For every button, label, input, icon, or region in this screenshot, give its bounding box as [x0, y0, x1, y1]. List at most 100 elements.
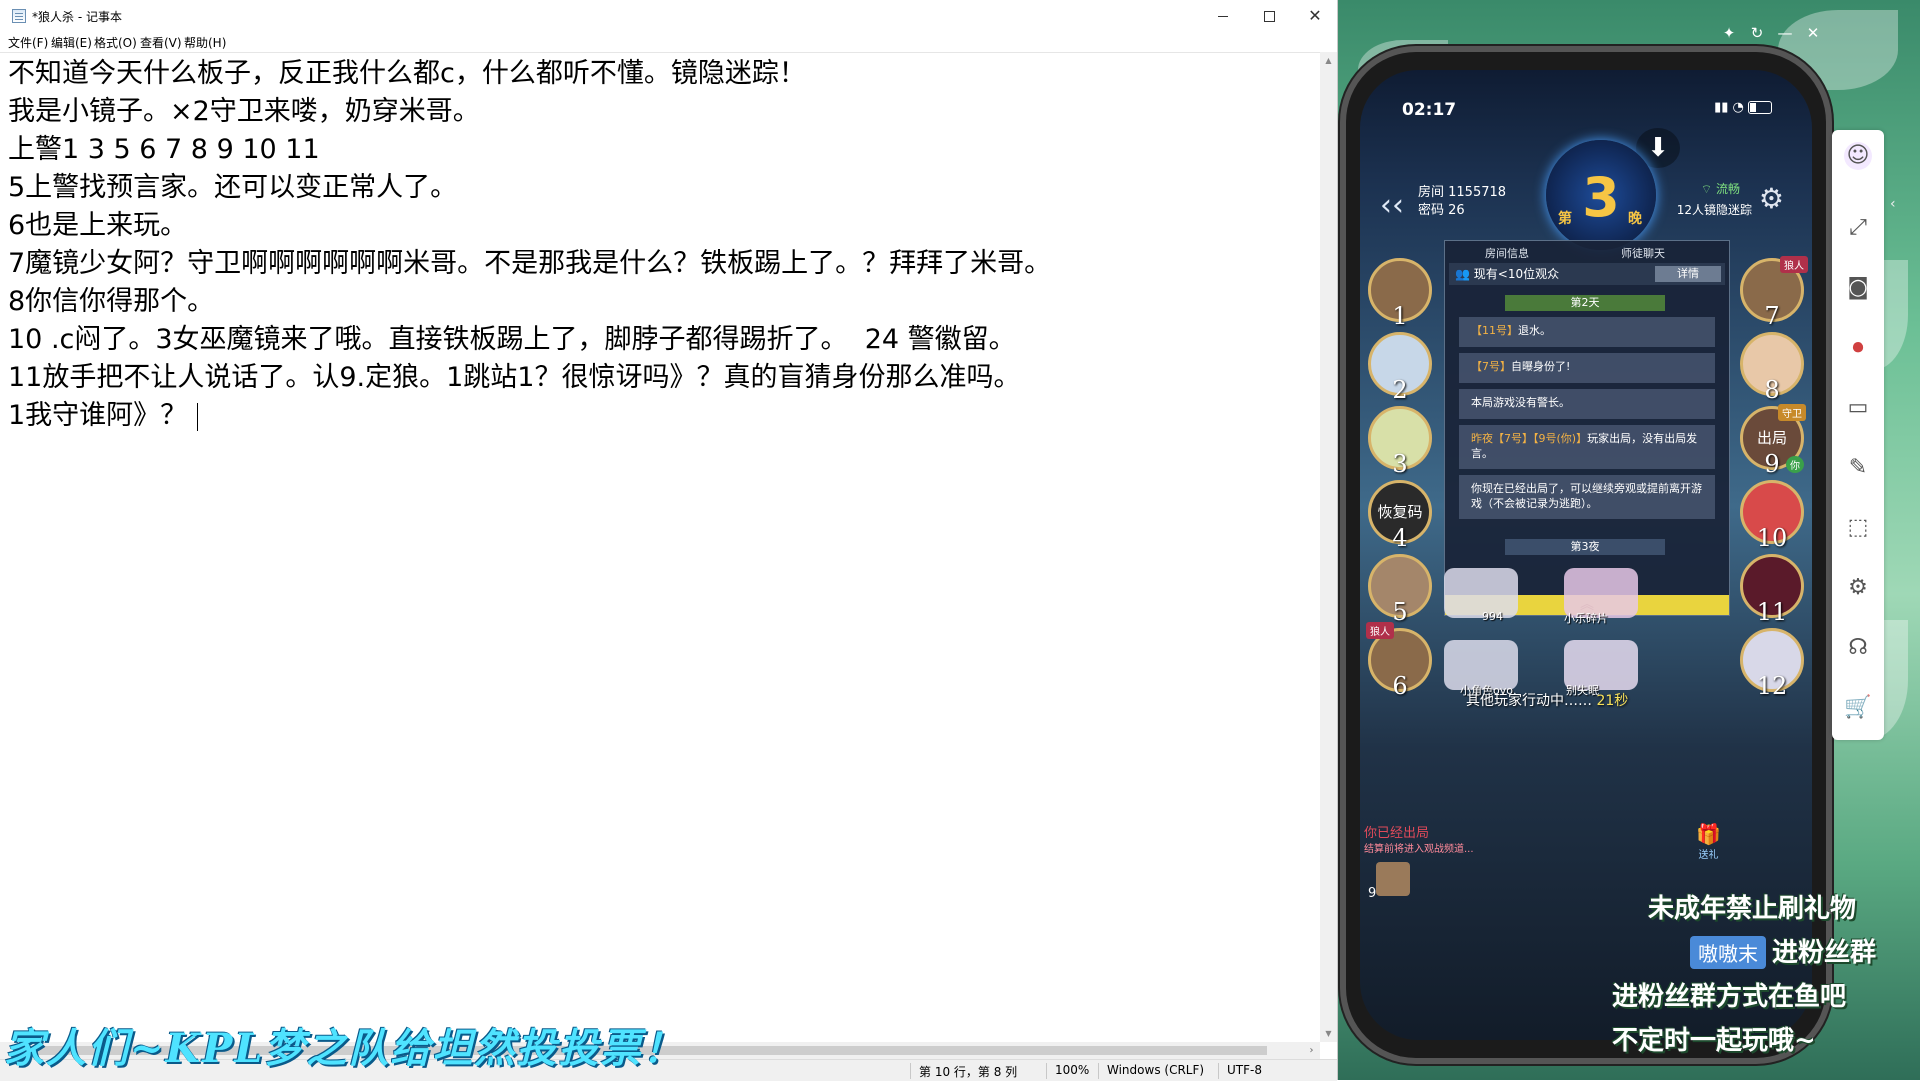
menu-help[interactable]: 帮助(H): [184, 34, 226, 51]
minimize-icon: [1218, 16, 1228, 17]
phone-clock: 02:17: [1402, 100, 1457, 120]
overlay-line-1: 未成年禁止刷礼物: [1648, 894, 1857, 924]
menu-edit[interactable]: 编辑(E): [51, 34, 92, 51]
log-message-tag: 昨夜【7号】【9号(你)】: [1471, 432, 1588, 445]
text-caret: [197, 402, 199, 431]
log-message-text: 本局游戏没有警长。: [1471, 396, 1570, 409]
log-message-tag: 【11号】: [1471, 324, 1518, 337]
menu-format[interactable]: 格式(O): [94, 34, 137, 51]
log-message-text: 你现在已经出局了，可以继续旁观或提前离开游戏（不会被记录为逃跑）。: [1471, 482, 1702, 510]
overlay-line-3: 进粉丝群方式在鱼吧: [1612, 982, 1847, 1012]
day-2-label: 第2天: [1505, 295, 1665, 311]
record-icon[interactable]: ⏺: [1844, 334, 1872, 362]
player-card[interactable]: [1444, 568, 1518, 618]
player-name: 994: [1482, 610, 1503, 623]
room-info-panel: 房间信息 师徒聊天 👥 现有<10位观众 详情 第2天 【11号】退水。 【7号…: [1444, 240, 1730, 616]
self-avatar: [1376, 862, 1410, 896]
seat-number: 10: [1756, 524, 1788, 552]
title-bar[interactable]: *狼人杀 - 记事本 ✕: [0, 0, 1337, 32]
stream-window-controls: ✦ ↻ — ✕: [1718, 22, 1838, 44]
scroll-right-icon[interactable]: ›: [1303, 1042, 1320, 1059]
text-editor[interactable]: 不知道今天什么板子，反正我什么都c，什么都听不懂。镜隐迷踪！ 我是小镜子。×2守…: [0, 52, 1320, 1043]
log-message-text: 自曝身份了!: [1511, 360, 1571, 373]
gift-icon: 🎁: [1696, 822, 1721, 846]
toolbar-collapse-icon[interactable]: ‹: [1890, 196, 1900, 216]
maximize-button[interactable]: [1246, 0, 1292, 32]
game-mode: 12人镜隐迷踪: [1676, 203, 1752, 217]
camera-icon[interactable]: ◙: [1844, 274, 1872, 302]
self-seat-number: 9: [1368, 886, 1377, 901]
room-id: 房间 1155718: [1418, 185, 1507, 200]
day-badge: 第 3 晚: [1546, 140, 1656, 250]
text-line-10-content: 1我守谁阿》？: [8, 400, 188, 431]
gift-label: 送礼: [1698, 850, 1719, 861]
text-line-2: 我是小镜子。×2守卫来喽，奶穿米哥。: [8, 96, 480, 127]
overlay-streamer-name: 嗷嗷末: [1690, 936, 1766, 969]
back-chevron-icon[interactable]: ‹‹: [1380, 188, 1404, 223]
gear-icon[interactable]: ⚙: [1759, 182, 1784, 215]
eliminated-subtext: 结算前将进入观战频道...: [1364, 844, 1474, 855]
status-zoom: 100%: [1046, 1063, 1089, 1079]
refresh-icon[interactable]: ↻: [1746, 22, 1768, 44]
editor-content[interactable]: 不知道今天什么板子，反正我什么都c，什么都听不懂。镜隐迷踪！ 我是小镜子。×2守…: [8, 55, 1051, 435]
overlay-line-4: 不定时一起玩哦~: [1612, 1026, 1816, 1056]
menu-view[interactable]: 查看(V): [140, 34, 182, 51]
overlay-line-2: 进粉丝群: [1772, 938, 1877, 968]
seat-4-label: 恢复码: [1377, 503, 1423, 521]
log-message: 本局游戏没有警长。: [1459, 389, 1715, 419]
scroll-up-icon[interactable]: ▲: [1320, 52, 1337, 69]
screen-icon[interactable]: ▭: [1844, 394, 1872, 422]
text-line-9: 11放手把不让人说话了。认9.定狼。1跳站1？很惊讶吗》？真的盲猜身份那么准吗。: [8, 362, 1021, 393]
seat-number: 1: [1392, 302, 1408, 330]
menu-bar: 文件(F) 编辑(E) 格式(O) 查看(V) 帮助(H): [0, 32, 1337, 52]
seat-number: 3: [1392, 450, 1408, 478]
day-badge-suffix: 晚: [1628, 211, 1642, 227]
viewer-count: 👥 现有<10位观众 详情: [1449, 263, 1725, 285]
eliminated-notice: 你已经出局: [1364, 826, 1430, 841]
minimize-button[interactable]: [1200, 0, 1246, 32]
stream-minimize-icon[interactable]: —: [1774, 22, 1796, 44]
crop-icon[interactable]: ⬚: [1844, 514, 1872, 542]
pin-icon[interactable]: ✦: [1718, 22, 1740, 44]
headset-icon[interactable]: ☊: [1844, 634, 1872, 662]
expand-icon[interactable]: ⤢: [1844, 214, 1872, 242]
notepad-window: *狼人杀 - 记事本 ✕ 文件(F) 编辑(E) 格式(O) 查看(V) 帮助(…: [0, 0, 1338, 1081]
stream-close-icon[interactable]: ✕: [1802, 22, 1824, 44]
settings-icon[interactable]: ⚙: [1844, 574, 1872, 602]
status-position: 第 10 行，第 8 列: [910, 1063, 1017, 1079]
seat-number: 2: [1392, 376, 1408, 404]
avatar-icon[interactable]: ☺: [1844, 142, 1872, 170]
cart-icon[interactable]: 🛒: [1844, 694, 1872, 722]
seat-number: 12: [1756, 672, 1788, 700]
log-message: 【11号】退水。: [1459, 317, 1715, 347]
vertical-scrollbar[interactable]: ▲ ▼: [1320, 52, 1337, 1042]
text-line-4: 5上警找预言家。还可以变正常人了。: [8, 172, 458, 203]
gift-button[interactable]: 🎁 送礼: [1696, 822, 1721, 861]
detail-button[interactable]: 详情: [1655, 266, 1721, 282]
battery-icon: [1748, 101, 1772, 114]
status-encoding: UTF-8: [1218, 1063, 1262, 1079]
scroll-down-icon[interactable]: ▼: [1320, 1025, 1337, 1042]
close-button[interactable]: ✕: [1292, 0, 1338, 32]
room-info: 房间 1155718 密码 26: [1418, 184, 1506, 220]
tab-master-chat[interactable]: 师徒聊天: [1621, 245, 1665, 261]
action-status-text: 其他玩家行动中……: [1466, 693, 1592, 709]
seat-number: 11: [1756, 598, 1788, 626]
tab-room-info[interactable]: 房间信息: [1485, 245, 1529, 261]
action-countdown: 21秒: [1596, 693, 1629, 709]
status-line-ending: Windows (CRLF): [1098, 1063, 1204, 1079]
you-tag: 你: [1786, 456, 1804, 473]
log-message-tag: 【7号】: [1471, 360, 1511, 373]
text-line-3: 上警1 3 5 6 7 8 9 10 11: [8, 134, 320, 165]
maximize-icon: [1263, 11, 1275, 22]
wolf-tag: 狼人: [1366, 622, 1394, 639]
player-name: 小乐碎片: [1564, 612, 1608, 625]
text-line-1: 不知道今天什么板子，反正我什么都c，什么都听不懂。镜隐迷踪！: [8, 58, 806, 89]
text-line-7: 8你信你得那个。: [8, 286, 215, 317]
phone-status-icons: ▮▮ ◔: [1714, 100, 1772, 115]
viewers-icon: 👥: [1455, 267, 1470, 281]
menu-file[interactable]: 文件(F): [8, 34, 48, 51]
brush-icon[interactable]: ✎: [1844, 454, 1872, 482]
viewer-count-text: 现有<10位观众: [1473, 267, 1560, 281]
seat-number: 6: [1392, 672, 1408, 700]
